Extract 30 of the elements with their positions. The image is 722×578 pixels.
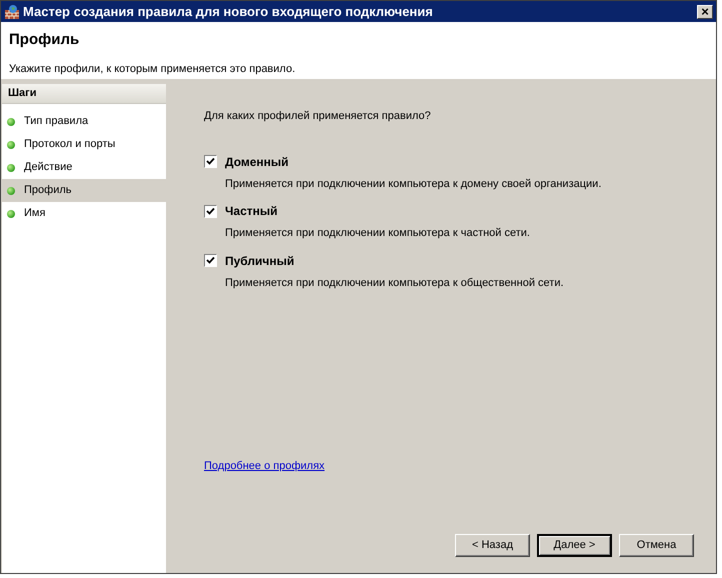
step-item[interactable]: Протокол и порты xyxy=(2,133,166,156)
step-item[interactable]: Действие xyxy=(2,156,166,179)
checkbox-label[interactable]: Публичный xyxy=(225,252,294,270)
bullet-icon xyxy=(7,118,15,126)
page-title: Профиль xyxy=(9,30,80,50)
dialog-button[interactable]: < Назад xyxy=(455,534,530,557)
page-description: Укажите профили, к которым применяется это правило. xyxy=(9,62,296,76)
checkbox[interactable] xyxy=(204,254,217,267)
firewall-icon xyxy=(4,4,20,20)
question-text: Для каких профилей применяется правило? xyxy=(204,109,432,124)
checkbox[interactable] xyxy=(204,155,217,168)
window-title: Мастер создания правила для нового входящего подключения xyxy=(23,2,434,21)
dialog-button[interactable]: Далее > xyxy=(537,534,612,557)
step-item[interactable]: Тип правила xyxy=(2,110,166,133)
profile-description: Применяется при подключении компьютера к частной сети. xyxy=(224,226,531,241)
step-item[interactable]: Имя xyxy=(2,202,166,225)
checkbox-label[interactable]: Частный xyxy=(225,202,278,220)
checkbox-label[interactable]: Доменный xyxy=(225,152,289,170)
close-button[interactable]: × xyxy=(697,4,713,18)
bullet-icon xyxy=(7,164,15,172)
bullet-icon xyxy=(7,186,15,194)
dialog-button[interactable]: Отмена xyxy=(619,534,694,557)
bullet-icon xyxy=(7,210,15,218)
profiles-link[interactable]: Подробнее о профилях xyxy=(204,458,325,474)
steps-heading: Шаги xyxy=(2,84,166,104)
checkbox[interactable] xyxy=(204,204,217,218)
profile-description: Применяется при подключении компьютера к общественной сети. xyxy=(224,276,565,290)
profile-description: Применяется при подключении компьютера к домену своей организации. xyxy=(224,176,602,192)
bullet-icon xyxy=(7,140,15,148)
step-item[interactable]: Профиль xyxy=(2,179,166,202)
